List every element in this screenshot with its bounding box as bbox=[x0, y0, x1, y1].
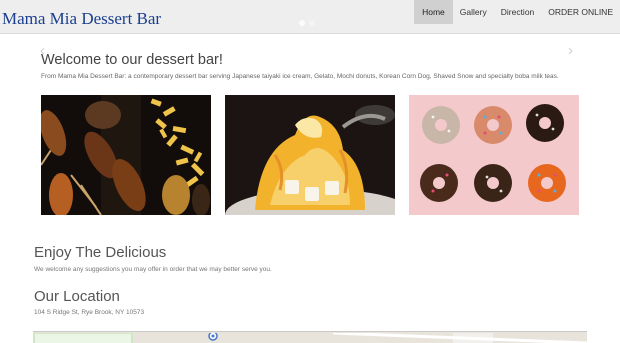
nav-order-online[interactable]: ORDER ONLINE bbox=[541, 0, 620, 24]
nav-home[interactable]: Home bbox=[414, 0, 453, 24]
location-address: 104 S Ridge St, Rye Brook, NY 10573 bbox=[34, 309, 145, 316]
nav-direction[interactable]: Direction bbox=[494, 0, 542, 24]
enjoy-text: We welcome any suggestions you may offer… bbox=[34, 266, 272, 273]
mochi-donuts-photo bbox=[409, 95, 579, 215]
carousel-dot-1[interactable] bbox=[299, 20, 305, 26]
navbar: Mama Mia Dessert Bar Home Gallery Direct… bbox=[0, 0, 620, 34]
main-nav: Home Gallery Direction ORDER ONLINE bbox=[414, 0, 620, 24]
nav-gallery[interactable]: Gallery bbox=[453, 0, 494, 24]
carousel-indicators bbox=[299, 20, 315, 26]
carousel-title: Welcome to our dessert bar! bbox=[41, 52, 223, 68]
hero-carousel: ‹ › Welcome to our dessert bar! From Mam… bbox=[0, 20, 620, 224]
carousel-dot-2[interactable] bbox=[309, 20, 315, 26]
corn-dog-photo bbox=[41, 95, 211, 215]
location-heading: Our Location bbox=[34, 288, 120, 305]
brand-title[interactable]: Mama Mia Dessert Bar bbox=[2, 9, 161, 29]
shaved-snow-photo bbox=[225, 95, 395, 215]
enjoy-heading: Enjoy The Delicious bbox=[34, 244, 167, 261]
chevron-right-icon[interactable]: › bbox=[568, 42, 573, 59]
carousel-description: From Mama Mia Dessert Bar: a contemporar… bbox=[41, 73, 559, 80]
location-map[interactable] bbox=[33, 331, 587, 343]
